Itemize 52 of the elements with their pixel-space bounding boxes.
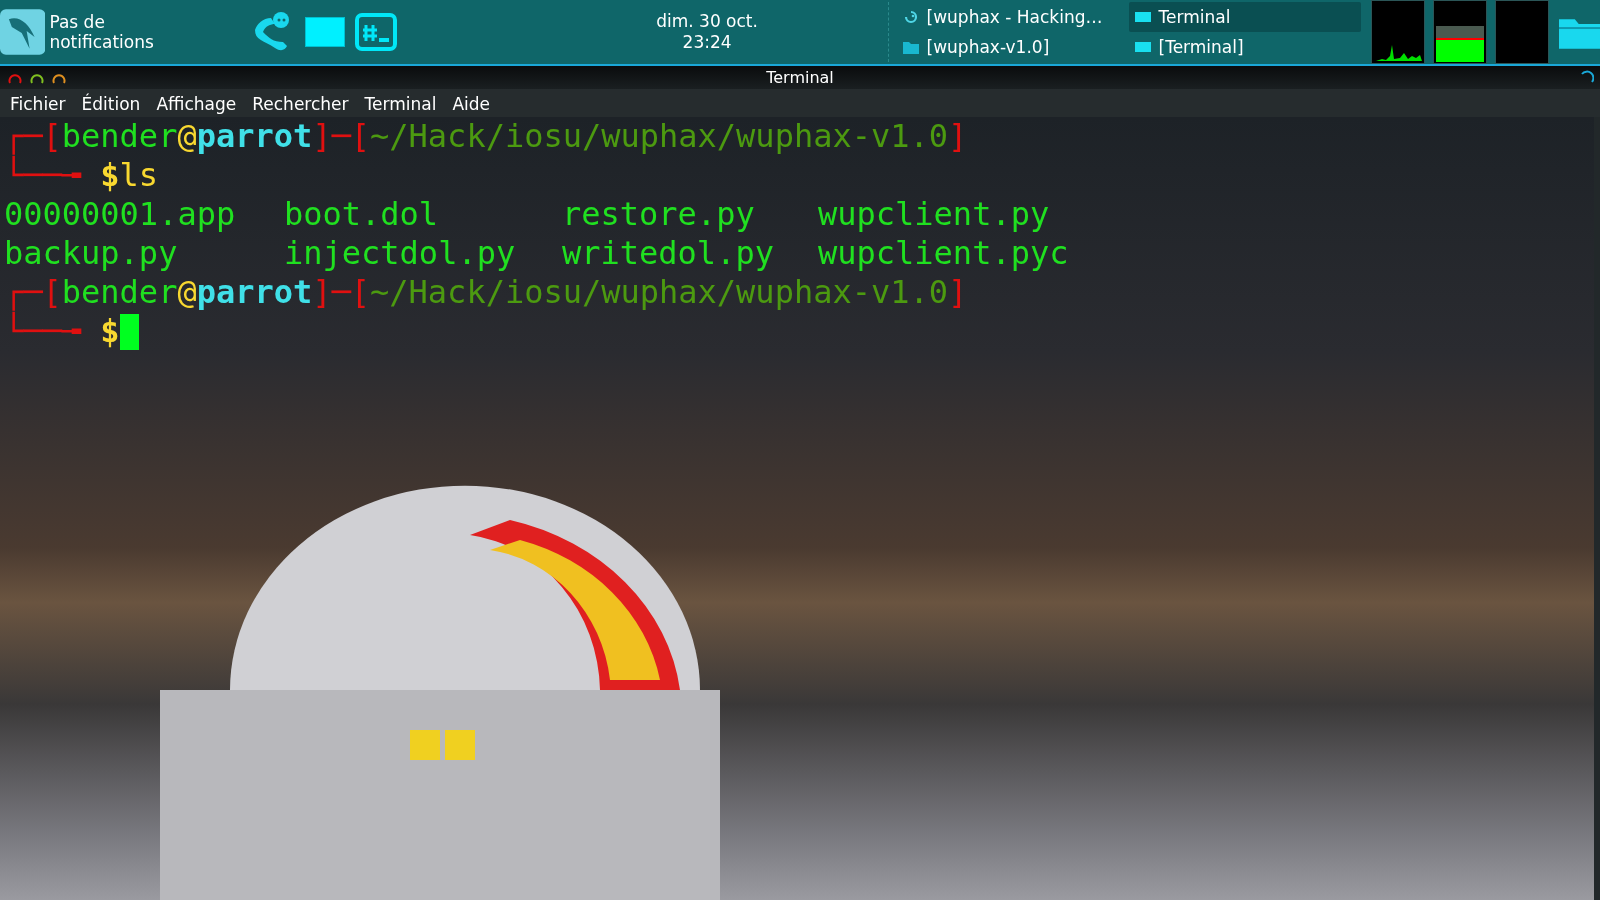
- file-name: boot.dol: [284, 195, 440, 234]
- prompt-text: @: [177, 273, 197, 312]
- terminal-icon: [1134, 41, 1151, 53]
- file-name: writedol.py: [562, 234, 775, 273]
- menu-item[interactable]: Rechercher: [252, 94, 349, 114]
- prompt-text: ┌─[: [4, 273, 62, 311]
- spinner-icon: [1580, 70, 1594, 84]
- prompt-text: ┌─[: [4, 117, 62, 155]
- menu-item[interactable]: Fichier: [10, 94, 66, 114]
- file-name: wupclient.py: [818, 195, 1051, 234]
- terminal-hash-icon[interactable]: [354, 13, 397, 51]
- prompt-corner: └──╼: [4, 156, 83, 195]
- prompt-text: bender: [61, 273, 178, 311]
- taskbar-item[interactable]: [Terminal]: [1128, 32, 1361, 62]
- window-title: Terminal: [766, 68, 834, 87]
- file-name: backup.py: [4, 234, 179, 273]
- prompt-text: ~/Hack/iosu/wuphax/wuphax-v1.0: [370, 117, 948, 156]
- prompt-text: parrot: [196, 117, 313, 156]
- prompt-text: parrot: [196, 273, 313, 312]
- network-graph-drawing: [1494, 0, 1549, 64]
- file-name: wupclient.pyc: [818, 234, 1070, 273]
- memory-graph-drawing: [1432, 0, 1487, 64]
- menu-item[interactable]: Terminal: [364, 94, 437, 114]
- prompt-corner: └──╼: [4, 312, 83, 351]
- terminal-icon: [1134, 11, 1151, 23]
- clock-date: dim. 30 oct.: [655, 11, 759, 32]
- prompt-text: ]─[: [312, 273, 371, 312]
- notification-text: Pas de notifications: [49, 12, 155, 52]
- prompt-text: ~/Hack/iosu/wuphax/wuphax-v1.0: [370, 273, 948, 312]
- prompt-text: @: [177, 117, 197, 156]
- file-name: 00000001.app: [4, 195, 237, 234]
- file-name: injectdol.py: [284, 234, 517, 273]
- prompt-text: ]: [948, 117, 968, 156]
- menu-item[interactable]: Aide: [452, 94, 490, 114]
- command-text: ls: [119, 156, 159, 195]
- prompt-sign: $: [100, 156, 120, 195]
- menu-item[interactable]: Édition: [81, 94, 141, 114]
- folder-icon: [902, 40, 919, 54]
- taskbar-item[interactable]: [wuphax-v1.0]: [896, 32, 1129, 62]
- taskbar-item[interactable]: [wuphax - Hacking…: [896, 2, 1129, 32]
- cpu-graph-drawing: [1370, 0, 1425, 64]
- clock-time: 23:24: [681, 32, 733, 53]
- prompt-sign: $: [100, 312, 120, 351]
- menu-item[interactable]: Affichage: [156, 94, 237, 114]
- prompt-text: ]: [948, 273, 968, 312]
- taskbar-item[interactable]: Terminal: [1128, 2, 1361, 32]
- swirl-icon: [902, 9, 919, 25]
- terminal-window-icon[interactable]: [304, 17, 345, 47]
- prompt-text: bender: [61, 117, 178, 155]
- parrot-logo-icon[interactable]: [0, 9, 46, 55]
- file-name: restore.py: [562, 195, 756, 234]
- prompt-text: ]─[: [312, 117, 371, 156]
